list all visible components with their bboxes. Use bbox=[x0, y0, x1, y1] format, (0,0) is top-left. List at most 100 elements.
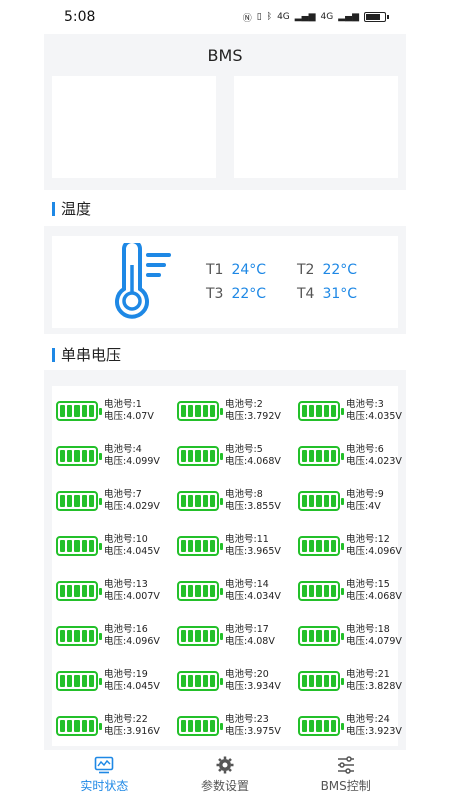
battery-full-icon bbox=[298, 490, 344, 511]
summary-cards bbox=[44, 76, 406, 180]
temp-label: T3 bbox=[206, 286, 224, 302]
battery-full-icon bbox=[177, 445, 223, 466]
cell-voltage: 电压:4.034V bbox=[225, 590, 281, 602]
cell-number: 电池号:16 bbox=[104, 623, 148, 635]
battery-cell-item: 电池号:22 电压:3.916V bbox=[56, 703, 177, 748]
temp-value: 31°C bbox=[322, 286, 358, 302]
cells-title-label: 单串电压 bbox=[61, 346, 122, 364]
battery-full-icon bbox=[298, 400, 344, 421]
cell-number: 电池号:18 bbox=[346, 623, 390, 635]
battery-cell-item: 电池号:12 电压:4.096V bbox=[298, 523, 402, 568]
battery-cell-item: 电池号:1 电压:4.07V bbox=[56, 388, 177, 433]
temp-label: T4 bbox=[297, 286, 315, 302]
temp-sensor-t1: T1 24°C bbox=[206, 262, 297, 278]
sliders-icon bbox=[337, 756, 354, 774]
cell-number: 电池号:13 bbox=[104, 578, 148, 590]
cell-info: 电池号:12 电压:4.096V bbox=[346, 534, 402, 558]
cell-info: 电池号:15 电压:4.068V bbox=[346, 579, 402, 603]
signal-label-2: 4G bbox=[320, 12, 334, 22]
temp-sensor-t2: T2 22°C bbox=[297, 262, 357, 278]
nav-tab-bms-control[interactable]: BMS控制 bbox=[285, 750, 406, 800]
cell-number: 电池号:10 bbox=[104, 533, 148, 545]
battery-cell-item: 电池号:19 电压:4.045V bbox=[56, 658, 177, 703]
cell-info: 电池号:21 电压:3.828V bbox=[346, 669, 402, 693]
app-frame: BMS 温度 T1 24°C T2 22°C T3 22°C T4 31°C 单… bbox=[44, 34, 406, 800]
battery-full-icon bbox=[56, 715, 102, 736]
cell-number: 电池号:8 bbox=[225, 488, 263, 500]
cell-voltage: 电压:4.068V bbox=[225, 455, 281, 467]
battery-full-icon bbox=[298, 670, 344, 691]
temp-label: T1 bbox=[206, 262, 224, 278]
cell-voltage: 电压:4.035V bbox=[346, 410, 402, 422]
nav-tab-realtime[interactable]: 实时状态 bbox=[44, 750, 165, 800]
temperature-readings: T1 24°C T2 22°C T3 22°C T4 31°C bbox=[206, 262, 357, 302]
status-icons: Ⓝ ▯ ᛒ 4G ▂▄▆ 4G ▂▄▆ bbox=[243, 11, 389, 24]
cell-number: 电池号:9 bbox=[346, 488, 384, 500]
cell-number: 电池号:14 bbox=[225, 578, 269, 590]
cell-info: 电池号:6 电压:4.023V bbox=[346, 444, 402, 468]
cell-voltage: 电压:4.099V bbox=[104, 455, 160, 467]
battery-cell-item: 电池号:13 电压:4.007V bbox=[56, 568, 177, 613]
cell-info: 电池号:22 电压:3.916V bbox=[104, 714, 160, 738]
cell-number: 电池号:17 bbox=[225, 623, 269, 635]
cell-voltage: 电压:4.045V bbox=[104, 680, 160, 692]
temp-value: 22°C bbox=[322, 262, 358, 278]
battery-cell-item: 电池号:17 电压:4.08V bbox=[177, 613, 298, 658]
signal-icon: ▂▄▆ bbox=[294, 12, 316, 22]
cell-number: 电池号:7 bbox=[104, 488, 142, 500]
cell-info: 电池号:19 电压:4.045V bbox=[104, 669, 160, 693]
battery-cell-item: 电池号:7 电压:4.029V bbox=[56, 478, 177, 523]
cell-voltage-grid: 电池号:1 电压:4.07V 电池号:2 电压:3.792V 电池号:3 电压:4.035… bbox=[56, 388, 402, 748]
temp-value: 22°C bbox=[231, 286, 267, 302]
app-screen: 5:08 Ⓝ ▯ ᛒ 4G ▂▄▆ 4G ▂▄▆ BMS 温度 T1 24°C … bbox=[0, 0, 450, 800]
gear-icon bbox=[216, 756, 234, 774]
cell-info: 电池号:1 电压:4.07V bbox=[104, 399, 154, 423]
battery-cell-item: 电池号:23 电压:3.975V bbox=[177, 703, 298, 748]
cell-voltage: 电压:4.029V bbox=[104, 500, 160, 512]
battery-full-icon bbox=[298, 445, 344, 466]
temperature-title-label: 温度 bbox=[61, 200, 92, 218]
summary-card-right bbox=[234, 76, 398, 178]
cell-voltage: 电压:4V bbox=[346, 500, 381, 512]
cells-section-title: 单串电压 bbox=[52, 344, 121, 365]
battery-cell-item: 电池号:20 电压:3.934V bbox=[177, 658, 298, 703]
nav-tab-settings[interactable]: 参数设置 bbox=[165, 750, 286, 800]
cell-voltage: 电压:3.916V bbox=[104, 725, 160, 737]
cell-info: 电池号:7 电压:4.029V bbox=[104, 489, 160, 513]
temperature-section-title: 温度 bbox=[52, 198, 91, 219]
cell-info: 电池号:24 电压:3.923V bbox=[346, 714, 402, 738]
cell-number: 电池号:6 bbox=[346, 443, 384, 455]
cell-voltage: 电压:4.096V bbox=[346, 545, 402, 557]
battery-cell-item: 电池号:3 电压:4.035V bbox=[298, 388, 402, 433]
cell-info: 电池号:13 电压:4.007V bbox=[104, 579, 160, 603]
cell-number: 电池号:20 bbox=[225, 668, 269, 680]
battery-full-icon bbox=[298, 535, 344, 556]
signal-icon-2: ▂▄▆ bbox=[338, 12, 359, 22]
battery-full-icon bbox=[56, 445, 102, 466]
battery-full-icon bbox=[177, 625, 223, 646]
cell-info: 电池号:9 电压:4V bbox=[346, 489, 384, 513]
cell-voltage: 电压:4.045V bbox=[104, 545, 160, 557]
cell-voltage-panel: 电池号:1 电压:4.07V 电池号:2 电压:3.792V 电池号:3 电压:4.035… bbox=[52, 386, 402, 746]
cell-voltage: 电压:4.096V bbox=[104, 635, 160, 647]
battery-cell-item: 电池号:10 电压:4.045V bbox=[56, 523, 177, 568]
cell-info: 电池号:16 电压:4.096V bbox=[104, 624, 160, 648]
battery-full-icon bbox=[56, 625, 102, 646]
battery-full-icon bbox=[298, 625, 344, 646]
battery-full-icon bbox=[298, 580, 344, 601]
cell-info: 电池号:10 电压:4.045V bbox=[104, 534, 160, 558]
battery-full-icon bbox=[177, 400, 223, 421]
signal-label-1: 4G bbox=[277, 12, 290, 22]
thermometer-icon bbox=[114, 239, 184, 321]
status-bar: 5:08 Ⓝ ▯ ᛒ 4G ▂▄▆ 4G ▂▄▆ bbox=[44, 0, 406, 34]
cell-voltage: 电压:3.923V bbox=[346, 725, 402, 737]
cell-number: 电池号:12 bbox=[346, 533, 390, 545]
battery-status-icon bbox=[364, 12, 389, 22]
battery-full-icon bbox=[56, 490, 102, 511]
battery-cell-item: 电池号:9 电压:4V bbox=[298, 478, 402, 523]
cell-info: 电池号:20 电压:3.934V bbox=[225, 669, 281, 693]
battery-cell-item: 电池号:15 电压:4.068V bbox=[298, 568, 402, 613]
cell-voltage: 电压:3.855V bbox=[225, 500, 281, 512]
battery-cell-item: 电池号:6 电压:4.023V bbox=[298, 433, 402, 478]
battery-full-icon bbox=[56, 535, 102, 556]
